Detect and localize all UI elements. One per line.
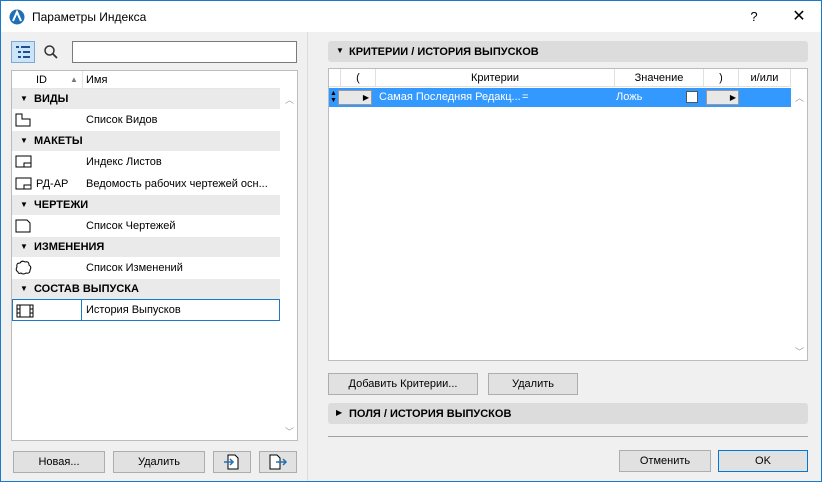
tree-list-icon (16, 46, 30, 58)
open-paren-selector[interactable]: ▶ (338, 90, 372, 105)
criteria-row[interactable]: ▲ ▼ ▶ Самая Последняя Редакц... = Ложь ▶ (329, 88, 791, 107)
search-input[interactable] (72, 41, 297, 63)
layout-index-icon (15, 177, 32, 190)
expand-triangle-icon[interactable]: ▶ (336, 408, 342, 417)
cancel-button[interactable]: Отменить (619, 450, 711, 472)
fields-section-header[interactable]: ▶ ПОЛЯ / ИСТОРИЯ ВЫПУСКОВ (328, 403, 808, 424)
item-id: РД-АР (36, 178, 69, 190)
list-item-issue-history[interactable]: История Выпусков (12, 299, 280, 321)
delete-index-button[interactable]: Удалить (113, 451, 205, 473)
grid-scrollbar[interactable]: ︿ ﹀ (792, 88, 807, 360)
expand-triangle-icon[interactable]: ▼ (20, 200, 28, 209)
group-views[interactable]: ▼ ВИДЫ (12, 89, 280, 109)
change-cloud-icon (15, 260, 32, 275)
section-title: КРИТЕРИИ / ИСТОРИЯ ВЫПУСКОВ (349, 46, 539, 58)
grid-col-value[interactable]: Значение (615, 69, 704, 87)
tree-view-toggle[interactable] (11, 41, 35, 63)
item-id-cell[interactable] (35, 300, 82, 320)
group-label: СОСТАВ ВЫПУСКА (34, 283, 139, 295)
list-item-change-list[interactable]: Список Изменений (12, 257, 280, 279)
section-divider (328, 436, 808, 437)
group-issue-contents[interactable]: ▼ СОСТАВ ВЫПУСКА (12, 279, 280, 299)
expand-triangle-icon[interactable]: ▼ (20, 242, 28, 251)
item-name: Список Видов (86, 114, 158, 126)
scroll-up-icon[interactable]: ︿ (285, 93, 294, 106)
list-item-view-list[interactable]: Список Видов (12, 109, 280, 131)
collapse-triangle-icon[interactable]: ▼ (336, 46, 344, 55)
view-list-icon (15, 113, 31, 127)
column-header-name[interactable]: Имя (86, 74, 107, 86)
drawing-list-icon (15, 219, 31, 233)
grid-col-open-paren[interactable]: ( (341, 69, 376, 87)
list-item-drawing-register[interactable]: РД-АР Ведомость рабочих чертежей осн... (12, 173, 280, 195)
list-item-drawing-list[interactable]: Список Чертежей (12, 215, 280, 237)
list-header: ID ▲ Имя (12, 71, 280, 89)
new-index-button[interactable]: Новая... (13, 451, 105, 473)
index-settings-panel: ▼ КРИТЕРИИ / ИСТОРИЯ ВЫПУСКОВ ( Критерии… (307, 32, 821, 481)
delete-criteria-button[interactable]: Удалить (488, 373, 578, 395)
add-criteria-button[interactable]: Добавить Критерии... (328, 373, 478, 395)
value-checkbox[interactable] (686, 91, 698, 103)
criteria-cell[interactable]: Самая Последняя Редакц... (379, 88, 521, 107)
criteria-grid: ( Критерии Значение ) и/или ▲ ▼ ▶ Самая П… (328, 68, 808, 361)
group-label: МАКЕТЫ (34, 135, 83, 147)
grid-col-spacer (329, 69, 341, 87)
operator-cell[interactable]: = (522, 88, 528, 107)
section-title: ПОЛЯ / ИСТОРИЯ ВЫПУСКОВ (349, 408, 512, 420)
criteria-section-header[interactable]: ▼ КРИТЕРИИ / ИСТОРИЯ ВЫПУСКОВ (328, 41, 808, 62)
dialog-window: Параметры Индекса ? ✕ ID ▲ Имя ▼ ВИДЫ Сп… (0, 0, 822, 482)
window-title: Параметры Индекса (32, 10, 147, 24)
search-icon[interactable] (43, 44, 59, 60)
ok-button[interactable]: OK (718, 450, 808, 472)
index-list-panel: ID ▲ Имя ▼ ВИДЫ Список Видов ▼ МАКЕТЫ Ин… (1, 32, 307, 481)
group-layouts[interactable]: ▼ МАКЕТЫ (12, 131, 280, 151)
item-name: Список Изменений (86, 262, 183, 274)
column-header-id[interactable]: ID (36, 74, 47, 86)
import-button[interactable] (213, 451, 251, 473)
grid-col-criteria[interactable]: Критерии (376, 69, 615, 87)
item-name: История Выпусков (86, 304, 181, 316)
close-button[interactable]: ✕ (777, 1, 821, 32)
grid-col-close-paren[interactable]: ) (704, 69, 739, 87)
issue-history-icon (16, 304, 34, 318)
group-label: ЧЕРТЕЖИ (34, 199, 89, 211)
item-name: Индекс Листов (86, 156, 162, 168)
export-button[interactable] (259, 451, 297, 473)
expand-triangle-icon[interactable]: ▼ (20, 284, 28, 293)
expand-triangle-icon[interactable]: ▼ (20, 136, 28, 145)
help-button[interactable]: ? (731, 1, 777, 32)
sort-ascending-icon: ▲ (70, 75, 78, 84)
list-scrollbar[interactable]: ︿ ﹀ (282, 89, 297, 440)
group-label: ИЗМЕНЕНИЯ (34, 241, 105, 253)
scroll-up-icon[interactable]: ︿ (795, 91, 804, 104)
column-divider[interactable] (82, 71, 83, 89)
index-tree-list: ID ▲ Имя ▼ ВИДЫ Список Видов ▼ МАКЕТЫ Ин… (11, 70, 298, 441)
item-name: Ведомость рабочих чертежей осн... (86, 178, 268, 190)
scroll-down-icon[interactable]: ﹀ (795, 345, 804, 358)
group-changes[interactable]: ▼ ИЗМЕНЕНИЯ (12, 237, 280, 257)
archicad-app-icon (9, 9, 25, 25)
group-label: ВИДЫ (34, 93, 69, 105)
scroll-down-icon[interactable]: ﹀ (285, 425, 294, 438)
list-item-sheet-index[interactable]: Индекс Листов (12, 151, 280, 173)
group-drawings[interactable]: ▼ ЧЕРТЕЖИ (12, 195, 280, 215)
grid-col-and-or[interactable]: и/или (739, 69, 791, 87)
export-icon (269, 454, 288, 470)
layout-index-icon (15, 155, 32, 168)
close-paren-selector[interactable]: ▶ (706, 90, 739, 105)
dropdown-arrow-icon: ▶ (362, 93, 369, 102)
item-name: Список Чертежей (86, 220, 176, 232)
expand-triangle-icon[interactable]: ▼ (20, 94, 28, 103)
title-bar: Параметры Индекса ? ✕ (1, 1, 821, 32)
value-cell[interactable]: Ложь (616, 88, 642, 107)
import-icon (224, 454, 239, 470)
dropdown-arrow-icon: ▶ (729, 93, 736, 102)
